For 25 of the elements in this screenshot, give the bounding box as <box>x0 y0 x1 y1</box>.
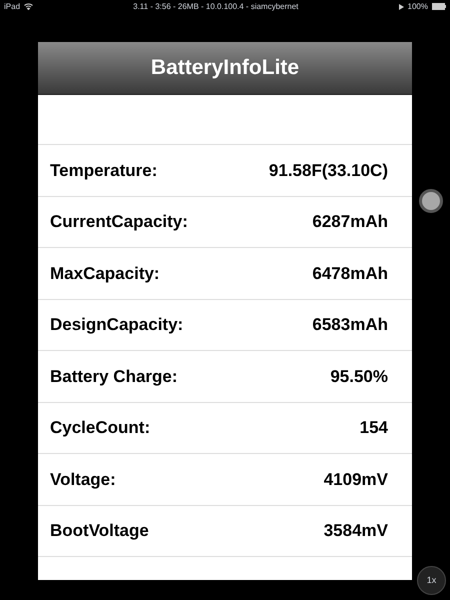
play-icon <box>398 4 404 10</box>
battery-icon <box>432 3 446 10</box>
info-label: Temperature: <box>50 160 158 182</box>
info-value: 95.50% <box>330 366 388 388</box>
info-label: CurrentCapacity: <box>50 211 188 233</box>
info-value: 154 <box>360 417 388 439</box>
info-value: 91.58F(33.10C) <box>268 160 388 182</box>
info-value: 6583mAh <box>312 314 388 336</box>
info-value: 6478mAh <box>312 262 388 284</box>
info-label: DesignCapacity: <box>50 314 184 336</box>
info-label: MaxCapacity: <box>50 262 160 284</box>
info-label: CycleCount: <box>50 417 150 439</box>
wifi-icon <box>24 3 34 10</box>
info-value: 3584mV <box>324 520 388 542</box>
info-value: 4109mV <box>324 468 388 490</box>
zoom-button[interactable]: 1x <box>417 566 446 595</box>
battery-percent: 100% <box>408 0 428 12</box>
info-label: Battery Charge: <box>50 366 178 388</box>
info-label: Voltage: <box>50 468 116 491</box>
info-value: 6287mAh <box>312 211 388 233</box>
info-label: BootVoltage <box>50 520 149 542</box>
app-title: BatteryInfoLite <box>150 55 300 82</box>
status-text: 3.11 - 3:56 - 26MB - 10.0.100.4 - siamcybernet <box>133 0 298 12</box>
device-name: iPad <box>4 0 20 12</box>
home-button[interactable] <box>419 189 443 213</box>
